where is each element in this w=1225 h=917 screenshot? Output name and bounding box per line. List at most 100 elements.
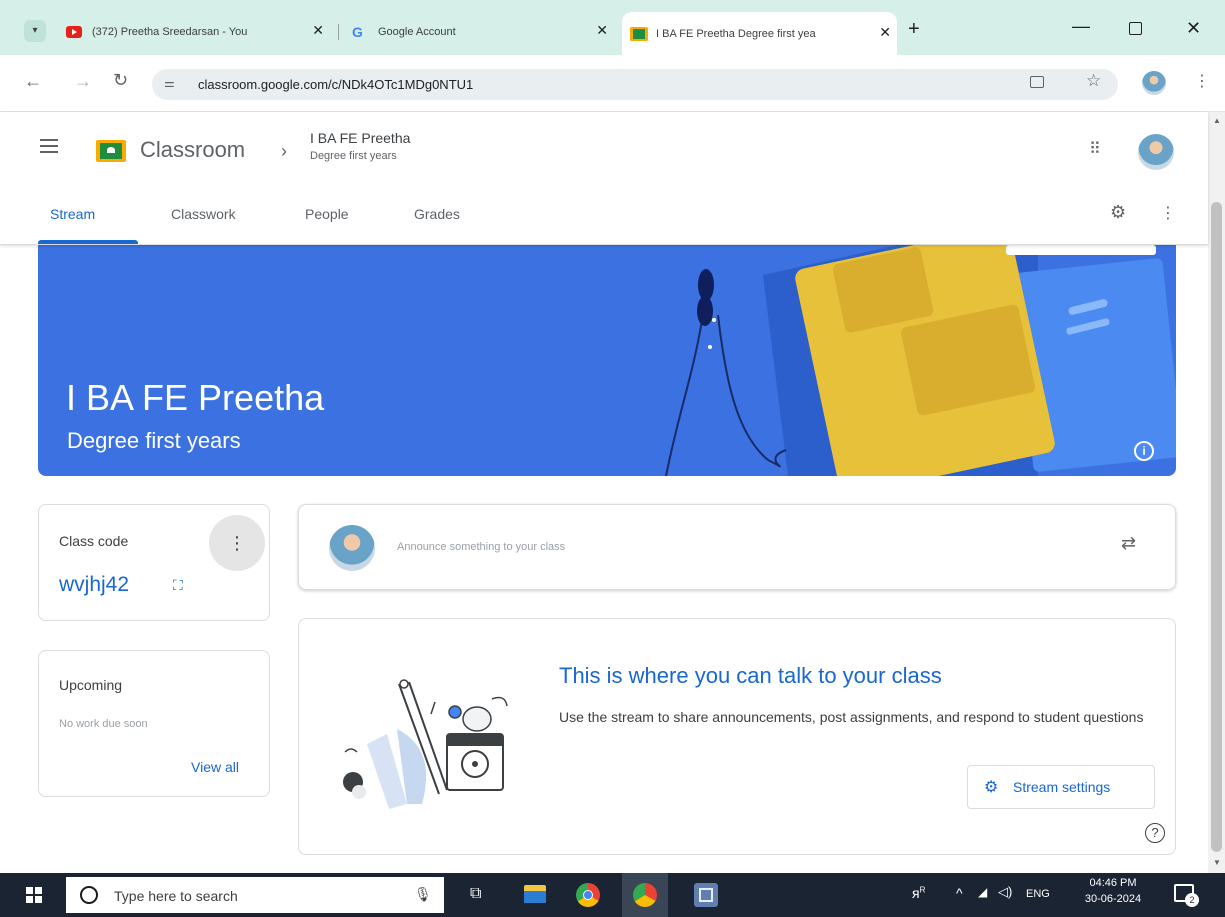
cortana-icon — [80, 886, 98, 904]
more-vert-icon: ⋮ — [1160, 205, 1176, 222]
scroll-up-icon[interactable]: ▲ — [1213, 116, 1221, 125]
windows-taskbar: Type here to search 🎙 ⧉ ᴙR ^ ◢ ◁) ENG 04… — [0, 873, 1225, 917]
people-tray-icon[interactable]: ᴙR — [912, 885, 925, 901]
fullscreen-icon: ⛶ — [173, 577, 183, 593]
folder-icon — [524, 891, 546, 903]
tab-divider — [338, 24, 339, 40]
browser-tab-google-account[interactable]: G Google Account ✕ — [344, 12, 614, 52]
main-menu-button[interactable] — [40, 139, 58, 153]
youtube-icon — [66, 26, 82, 38]
new-tab-button[interactable]: + — [908, 18, 920, 41]
start-button[interactable] — [26, 887, 42, 903]
stream-info-heading: This is where you can talk to your class — [559, 663, 942, 688]
tab-grades-label: Grades — [414, 206, 460, 222]
clock[interactable]: 04:46 PM 30-06-2024 — [1082, 877, 1144, 905]
stream-info-body: Use the stream to share announcements, p… — [559, 709, 1144, 725]
close-tab-icon[interactable]: ✕ — [312, 23, 324, 37]
site-info-icon[interactable]: ⚌ — [164, 76, 175, 90]
tab-title: I BA FE Preetha Degree first yea — [656, 27, 816, 40]
banner-title: I BA FE Preetha — [66, 377, 325, 418]
class-code-value[interactable]: wvjhj42 — [59, 573, 129, 597]
google-icon: G — [352, 24, 363, 40]
forward-button[interactable]: → — [74, 71, 92, 92]
plus-icon: + — [908, 18, 920, 40]
restore-button[interactable] — [1129, 22, 1142, 35]
gear-icon: ⚙ — [984, 779, 999, 796]
reuse-post-button[interactable]: ⇄ — [1121, 533, 1136, 554]
chevron-down-icon: ▾ — [32, 25, 38, 36]
back-button[interactable]: ← — [24, 71, 42, 92]
network-icon[interactable]: ◢ — [978, 885, 987, 899]
close-tab-icon[interactable]: ✕ — [596, 23, 608, 37]
class-code-more-button[interactable]: ⋮ — [209, 515, 265, 571]
class-banner: I BA FE Preetha Degree first years i — [38, 245, 1176, 476]
scrollbar-thumb[interactable] — [1211, 202, 1222, 852]
task-view-button[interactable]: ⧉ — [470, 885, 481, 903]
chrome-icon — [583, 890, 593, 900]
file-explorer-button[interactable] — [524, 885, 546, 903]
volume-icon[interactable]: ◁) — [998, 884, 1012, 900]
hamburger-menu-icon — [40, 139, 58, 153]
tab-search-dropdown[interactable]: ▾ — [24, 20, 46, 42]
reload-button[interactable]: ↻ — [113, 70, 128, 91]
arrow-left-icon: ← — [24, 71, 42, 91]
star-icon: ☆ — [1086, 71, 1102, 90]
tab-classwork[interactable]: Classwork — [171, 206, 236, 222]
browser-tab-classroom[interactable]: I BA FE Preetha Degree first yea ✕ — [622, 12, 897, 55]
chrome-active-window-button[interactable] — [622, 873, 668, 917]
install-app-button[interactable] — [1030, 76, 1044, 88]
reload-icon: ↻ — [113, 70, 129, 90]
notification-count-badge: 2 — [1185, 893, 1199, 907]
browser-menu-button[interactable]: ⋮ — [1194, 71, 1210, 91]
profile-avatar[interactable] — [1142, 71, 1166, 95]
taskbar-search-box[interactable]: Type here to search 🎙 — [66, 877, 444, 913]
app-taskbar-button[interactable] — [694, 883, 718, 907]
class-settings-button[interactable]: ⚙ — [1110, 202, 1126, 223]
class-code-label: Class code — [59, 533, 129, 549]
help-button[interactable]: ? — [1145, 823, 1165, 843]
banner-subtitle: Degree first years — [67, 428, 241, 453]
notification-center-button[interactable]: 2 — [1174, 884, 1199, 907]
classroom-icon — [630, 26, 648, 41]
more-options-button[interactable]: ⋮ — [1160, 203, 1176, 223]
upcoming-status: No work due soon — [59, 718, 148, 730]
tab-stream-label: Stream — [50, 206, 96, 222]
help-icon: ? — [1151, 825, 1159, 840]
stream-settings-button[interactable]: ⚙ Stream settings — [967, 765, 1155, 809]
clock-time: 04:46 PM — [1089, 877, 1137, 889]
gear-icon: ⚙ — [1110, 202, 1127, 222]
tab-people[interactable]: People — [305, 206, 349, 222]
account-avatar[interactable] — [1138, 134, 1174, 170]
breadcrumb[interactable]: I BA FE Preetha Degree first years — [310, 130, 410, 162]
more-vert-icon: ⋮ — [1194, 73, 1210, 90]
address-bar[interactable]: ⚌ classroom.google.com/c/NDk4OTc1MDg0NTU… — [152, 69, 1118, 100]
close-window-button[interactable]: ✕ — [1186, 18, 1201, 39]
announce-placeholder[interactable]: Announce something to your class — [397, 541, 565, 553]
close-tab-icon[interactable]: ✕ — [879, 25, 891, 39]
banner-info-button[interactable]: i — [1134, 441, 1154, 461]
app-name[interactable]: Classroom — [140, 137, 245, 163]
browser-tab-youtube[interactable]: (372) Preetha Sreedarsan - You ✕ — [60, 12, 330, 52]
language-indicator[interactable]: ENG — [1026, 888, 1050, 900]
display-code-button[interactable]: ⛶ — [173, 577, 183, 594]
breadcrumb-class-title: I BA FE Preetha — [310, 130, 411, 146]
view-all-link[interactable]: View all — [191, 759, 239, 775]
bookmark-button[interactable]: ☆ — [1086, 71, 1101, 91]
page-scrollbar[interactable]: ▲ ▼ — [1208, 112, 1225, 873]
tab-grades[interactable]: Grades — [414, 206, 460, 222]
classroom-logo[interactable] — [96, 140, 126, 162]
stream-illustration-icon — [343, 679, 508, 809]
tab-title: Google Account — [378, 26, 456, 38]
chrome-taskbar-button[interactable] — [576, 883, 600, 907]
microphone-icon[interactable]: 🎙 — [414, 886, 432, 903]
stream-info-card: This is where you can talk to your class… — [298, 618, 1176, 855]
tab-stream[interactable]: Stream — [50, 206, 95, 222]
chevron-up-icon[interactable]: ^ — [956, 885, 963, 901]
announce-box[interactable]: Announce something to your class ⇄ — [298, 504, 1176, 590]
classroom-header: Classroom › I BA FE Preetha Degree first… — [0, 112, 1208, 245]
chrome-profile-icon — [633, 883, 657, 907]
minimize-button[interactable]: — — [1072, 16, 1090, 37]
user-avatar — [329, 525, 375, 571]
google-apps-button[interactable]: ⠿ — [1089, 139, 1101, 159]
scroll-down-icon[interactable]: ▼ — [1213, 858, 1221, 867]
